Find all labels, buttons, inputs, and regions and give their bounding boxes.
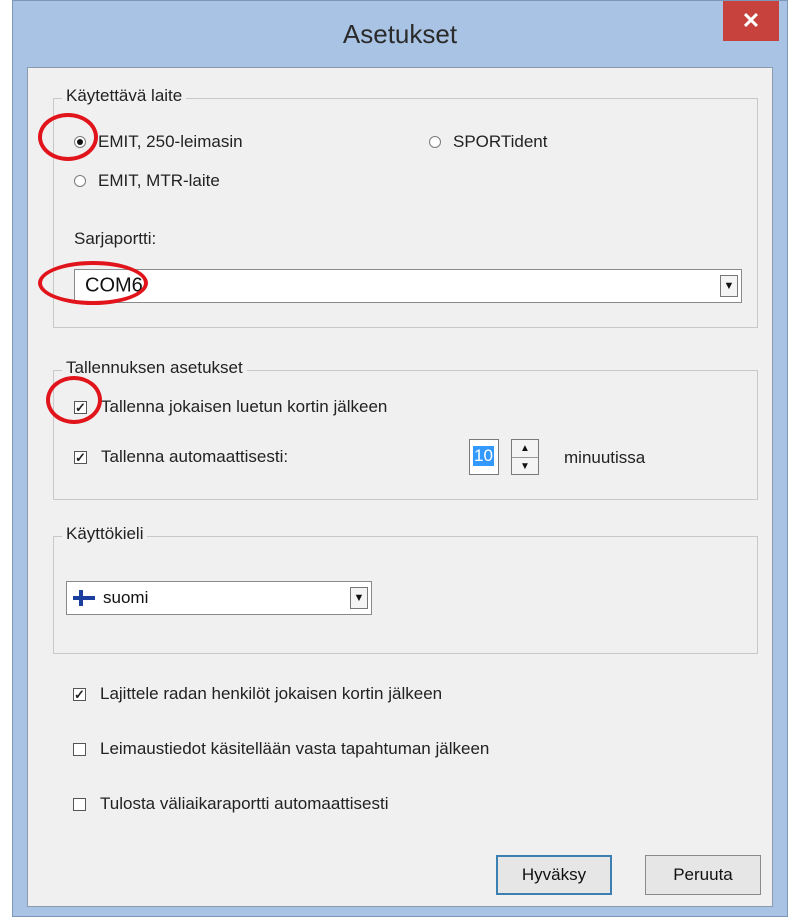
radio-emit-250[interactable]: EMIT, 250-leimasin	[74, 132, 243, 152]
device-group: Käytettävä laite EMIT, 250-leimasin SPOR…	[53, 86, 758, 328]
radio-sportident-label: SPORTident	[453, 132, 548, 151]
radio-button[interactable]	[429, 136, 441, 148]
checkbox[interactable]: ✓	[73, 687, 86, 701]
settings-dialog: Asetukset ✕ Käytettävä laite EMIT, 250-l…	[12, 0, 788, 917]
cancel-button[interactable]: Peruuta	[645, 855, 761, 895]
window-title: Asetukset	[342, 19, 458, 49]
close-icon: ✕	[741, 8, 761, 33]
checkbox[interactable]	[73, 797, 86, 811]
radio-sportident[interactable]: SPORTident	[429, 132, 548, 152]
radio-emit-mtr[interactable]: EMIT, MTR-laite	[74, 171, 220, 191]
radio-emit-250-label: EMIT, 250-leimasin	[98, 132, 243, 151]
device-group-title: Käytettävä laite	[62, 86, 187, 106]
save-group: Tallennuksen asetukset ✓ Tallenna jokais…	[53, 358, 758, 500]
language-value-wrap: suomi	[73, 588, 148, 608]
dialog-body: Käytettävä laite EMIT, 250-leimasin SPOR…	[27, 67, 773, 907]
language-group-title: Käyttökieli	[62, 524, 148, 544]
save-after-card-checkbox[interactable]: ✓ Tallenna jokaisen luetun kortin jälkee…	[74, 397, 387, 417]
sort-runners-checkbox[interactable]: ✓ Lajittele radan henkilöt jokaisen kort…	[73, 684, 442, 704]
chevron-down-icon[interactable]: ▼	[350, 587, 368, 609]
save-group-title: Tallennuksen asetukset	[62, 358, 247, 378]
interval-unit: minuutissa	[564, 448, 646, 467]
checkbox[interactable]: ✓	[74, 450, 87, 464]
spin-up-icon[interactable]: ▲	[512, 440, 538, 458]
radio-emit-mtr-label: EMIT, MTR-laite	[98, 171, 220, 190]
autosave-checkbox[interactable]: ✓ Tallenna automaattisesti:	[74, 447, 288, 467]
process-later-checkbox[interactable]: Leimaustiedot käsitellään vasta tapahtum…	[73, 739, 489, 759]
autosave-label: Tallenna automaattisesti:	[101, 447, 289, 466]
sort-runners-label: Lajittele radan henkilöt jokaisen kortin…	[100, 684, 443, 703]
print-report-checkbox[interactable]: Tulosta väliaikaraportti automaattisesti	[73, 794, 389, 814]
title-bar[interactable]: Asetukset ✕	[13, 1, 787, 71]
chevron-down-icon[interactable]: ▼	[720, 275, 738, 297]
save-after-card-label: Tallenna jokaisen luetun kortin jälkeen	[101, 397, 388, 416]
close-button[interactable]: ✕	[723, 1, 779, 41]
port-select[interactable]: COM6 ▼	[74, 269, 742, 303]
spin-down-icon[interactable]: ▼	[512, 458, 538, 475]
print-report-label: Tulosta väliaikaraportti automaattisesti	[100, 794, 389, 813]
language-value: suomi	[103, 588, 149, 607]
language-group: Käyttökieli suomi ▼	[53, 524, 758, 654]
checkbox[interactable]	[73, 742, 86, 756]
interval-input[interactable]: 10	[469, 439, 499, 475]
radio-button[interactable]	[74, 175, 86, 187]
finland-flag-icon	[73, 590, 95, 606]
language-select[interactable]: suomi ▼	[66, 581, 372, 615]
annotation-circle-radio	[38, 113, 98, 161]
interval-stepper[interactable]: ▲ ▼	[511, 439, 539, 475]
port-label: Sarjaportti:	[74, 229, 157, 248]
ok-button[interactable]: Hyväksy	[496, 855, 612, 895]
interval-value: 10	[473, 446, 494, 466]
annotation-circle-checkbox	[46, 376, 102, 424]
annotation-circle-port	[38, 261, 148, 305]
process-later-label: Leimaustiedot käsitellään vasta tapahtum…	[100, 739, 490, 758]
